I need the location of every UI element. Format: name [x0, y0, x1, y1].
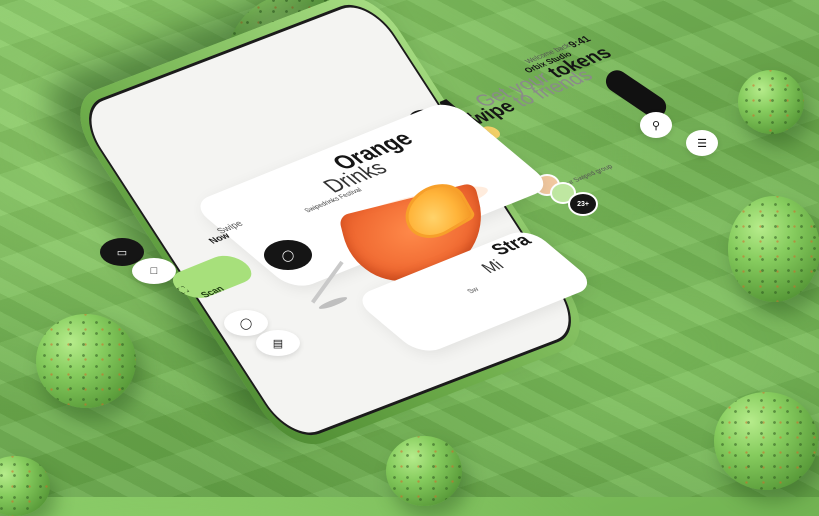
menu-button[interactable]: ☰: [686, 130, 718, 156]
nav-ticket-button[interactable]: ▤: [256, 330, 300, 356]
card-icon: ▭: [116, 246, 128, 259]
app-screen: 9:41 Welcome back Orbix Studio Get your …: [0, 0, 819, 497]
nav-wallet-button[interactable]: □: [132, 258, 176, 284]
menu-icon: ☰: [697, 137, 707, 150]
group-more-count-label: 23+: [577, 200, 589, 208]
glass-foot: [317, 295, 349, 311]
nav-token-button[interactable]: ◯: [224, 310, 268, 336]
token-icon: ◯: [281, 249, 295, 262]
swipe-token-button[interactable]: ◯: [264, 240, 312, 270]
search-icon: ⚲: [651, 119, 661, 132]
wallet-icon: □: [150, 265, 158, 277]
coin-icon: ◯: [239, 317, 253, 330]
group-more-count[interactable]: 23+: [568, 192, 598, 216]
search-button[interactable]: ⚲: [640, 112, 672, 138]
ticket-icon: ▤: [272, 337, 284, 350]
